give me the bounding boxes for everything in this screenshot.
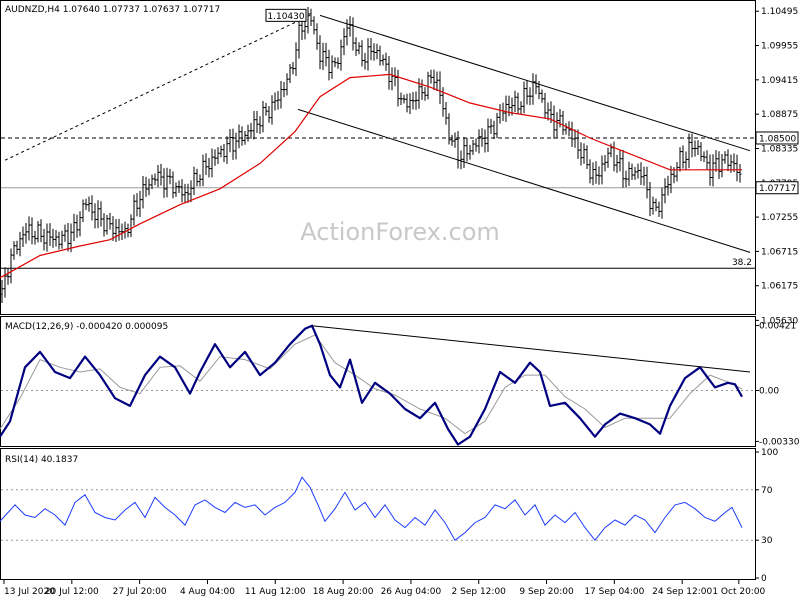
rsi-y-tick-label: 30 — [761, 536, 773, 546]
rsi-y-tick-label: 0 — [761, 574, 767, 584]
macd-title: MACD(12,26,9) -0.000420 0.000095 — [5, 322, 168, 332]
x-tick-label: 27 Jul 20:00 — [113, 587, 167, 597]
watermark: ActionForex.com — [300, 218, 500, 246]
price-y-tick-label: 1.09415 — [761, 76, 798, 86]
price-title: AUDNZD,H4 1.07640 1.07737 1.07637 1.0771… — [5, 5, 220, 15]
rsi-title: RSI(14) 40.1837 — [5, 455, 78, 465]
price-y-tick-label: 1.08335 — [761, 144, 798, 154]
x-tick-label: 11 Aug 12:00 — [245, 587, 306, 597]
chart-canvas: ActionForex.com 38.2 1.10430 1.10495 1.099… — [0, 0, 800, 597]
price-y-tick-label: 1.09955 — [761, 42, 798, 52]
price-level-tag-text: 1.07717 — [759, 184, 796, 194]
rsi-y-tick-label: 100 — [761, 448, 778, 458]
x-tick-label: 24 Sep 12:00 — [652, 587, 712, 597]
rsi-y-tick-label: 70 — [761, 486, 773, 496]
price-y-tick-label: 1.06715 — [761, 247, 798, 257]
fib-label: 38.2 — [732, 258, 752, 268]
x-tick-label: 18 Aug 20:00 — [313, 587, 374, 597]
x-tick-label: 26 Aug 04:00 — [381, 587, 442, 597]
macd-y-tick-label: -0.003302 — [759, 437, 800, 447]
x-tick-label: 17 Sep 04:00 — [584, 587, 644, 597]
price-panel — [0, 0, 756, 315]
price-y-tick-label: 1.07255 — [761, 213, 798, 223]
x-tick-label: 20 Jul 12:00 — [45, 587, 99, 597]
macd-y-tick-label: 0.00 — [759, 386, 779, 396]
peak-label-text: 1.10430 — [267, 12, 304, 22]
price-level-tag: 1.08500 — [755, 131, 799, 145]
x-tick-label: 1 Oct 20:00 — [712, 587, 765, 597]
macd-y-tick-label: 0.00421 — [759, 322, 796, 332]
price-y-tick-label: 1.10495 — [761, 7, 798, 17]
x-tick-label: 4 Aug 04:00 — [180, 587, 235, 597]
price-y-tick-label: 1.06175 — [761, 282, 798, 292]
peak-label: 1.10430 — [265, 8, 307, 22]
price-level-tag: 1.07717 — [755, 181, 799, 195]
price-y-tick-label: 1.08875 — [761, 110, 798, 120]
x-tick-label: 9 Sep 20:00 — [519, 587, 574, 597]
x-tick-label: 2 Sep 12:00 — [452, 587, 507, 597]
price-level-tag-text: 1.08500 — [759, 134, 796, 144]
